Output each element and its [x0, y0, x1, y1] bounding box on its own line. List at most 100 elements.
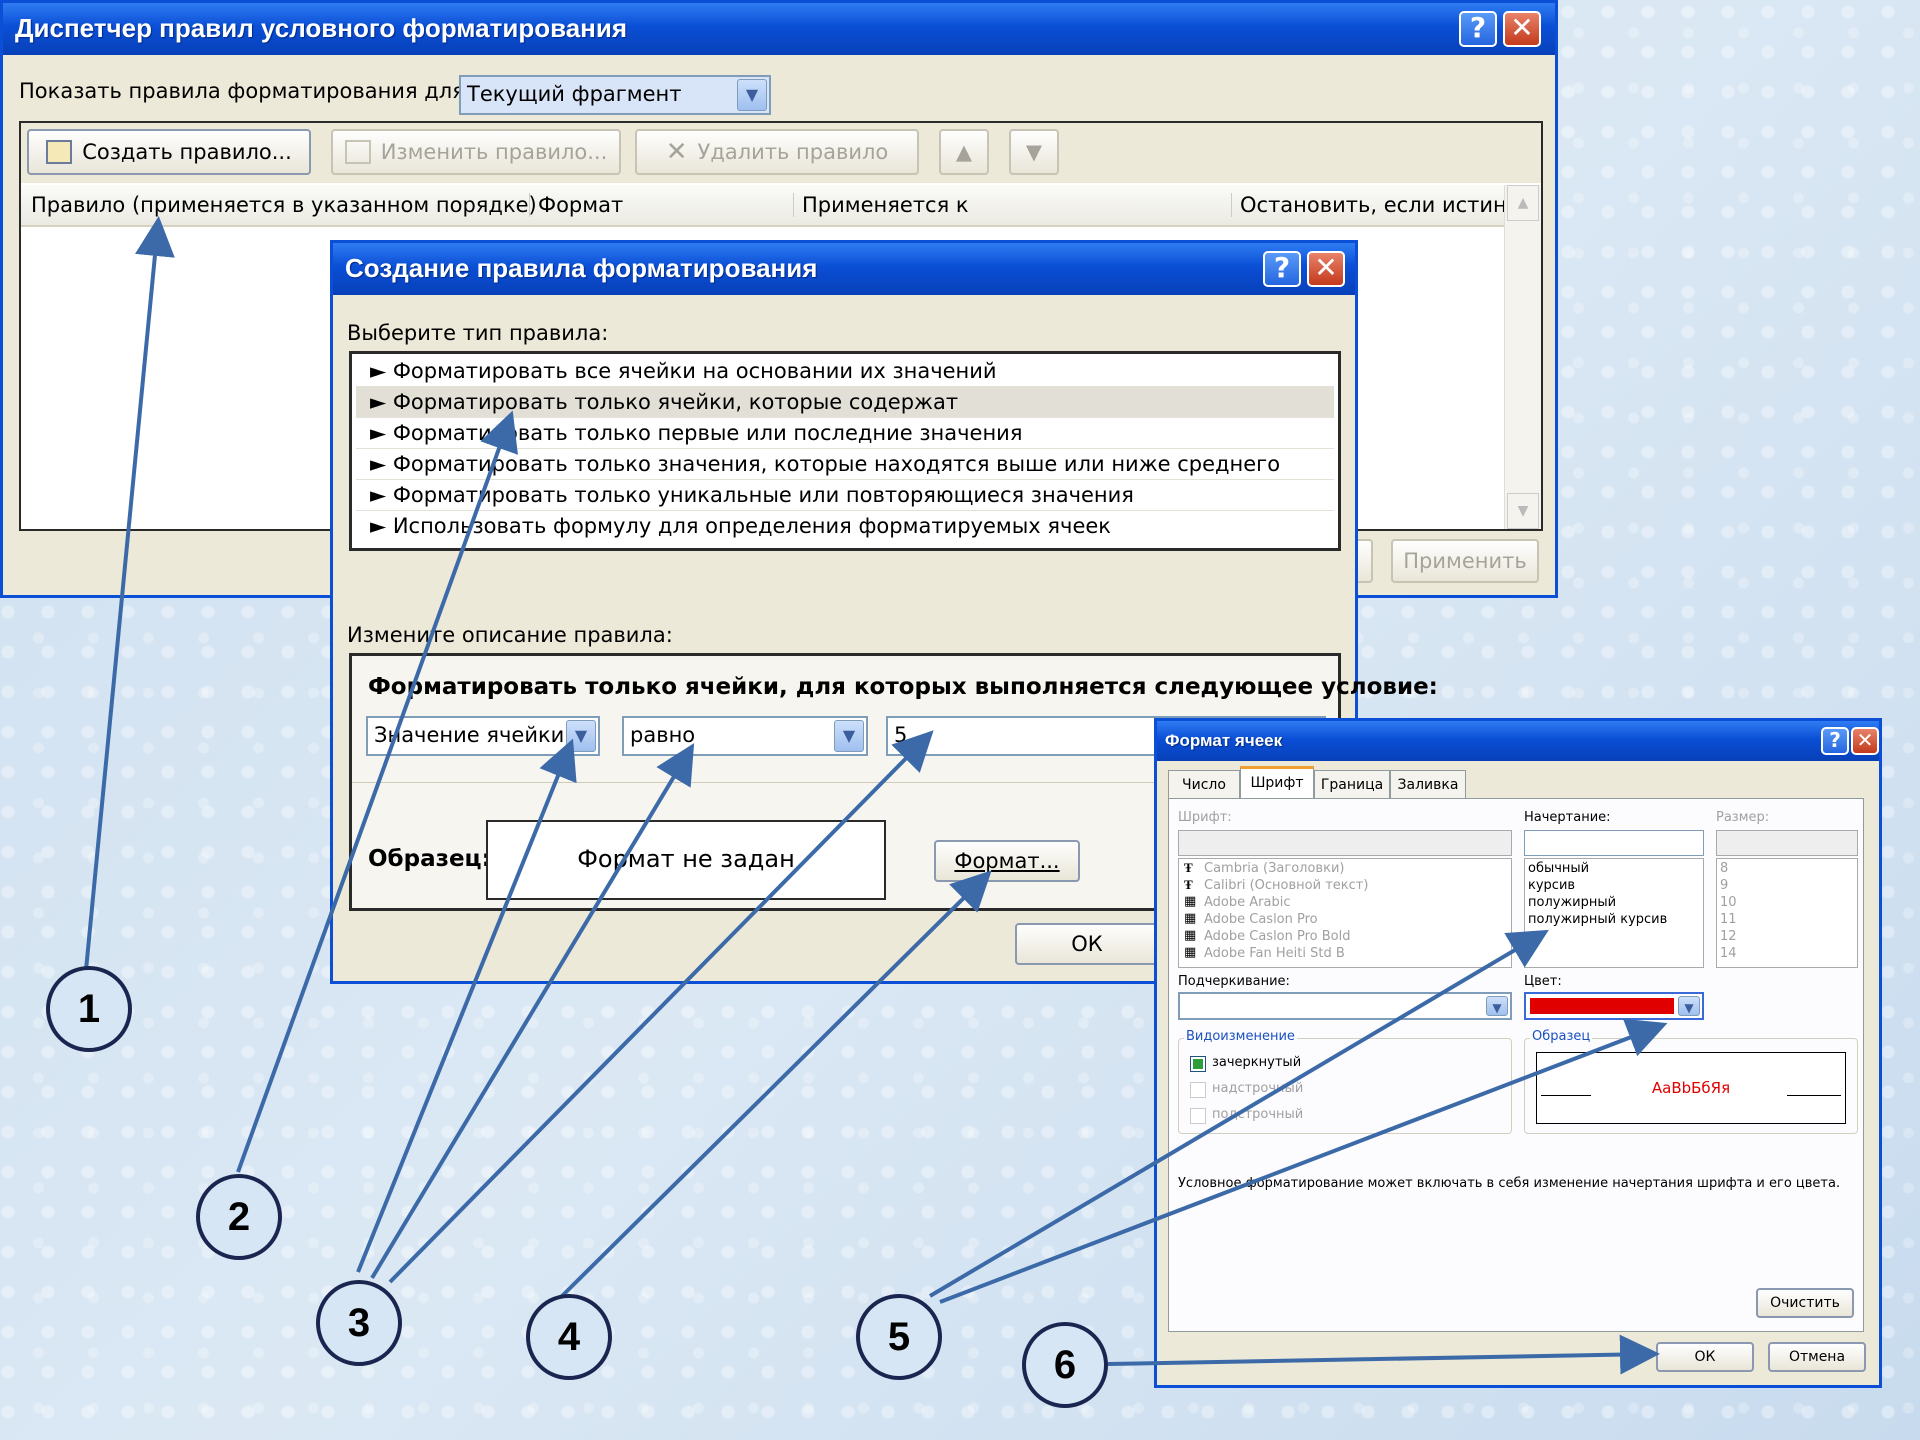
chevron-down-icon[interactable]: ▼	[1678, 996, 1700, 1016]
font-sample-label: Образец	[1530, 1029, 1593, 1044]
checkbox-mark	[1193, 1059, 1203, 1069]
col-stop-if-true[interactable]: Остановить, если истина	[1231, 193, 1520, 217]
rule-type-item[interactable]: ► Форматировать только первые или послед…	[356, 418, 1334, 449]
col-applies-to[interactable]: Применяется к	[793, 193, 969, 217]
close-icon[interactable]: ✕	[1851, 727, 1879, 755]
size-item[interactable]: 11	[1720, 912, 1737, 927]
color-label: Цвет:	[1524, 974, 1562, 989]
help-icon[interactable]: ?	[1459, 11, 1497, 47]
cond-value-text: 5	[894, 723, 908, 747]
format-cancel-button[interactable]: Отмена	[1768, 1342, 1866, 1372]
chevron-down-icon[interactable]: ▼	[834, 720, 864, 752]
create-title: Создание правила форматирования	[345, 253, 818, 283]
rule-type-item[interactable]: ► Форматировать только уникальные или по…	[356, 480, 1334, 511]
size-item[interactable]: 8	[1720, 861, 1728, 876]
rule-type-item[interactable]: ► Форматировать только значения, которые…	[356, 449, 1334, 480]
size-list[interactable]	[1716, 858, 1858, 968]
sample-text: Формат не задан	[577, 845, 795, 873]
superscript-label: надстрочный	[1212, 1081, 1304, 1096]
style-item[interactable]: обычный	[1528, 861, 1589, 876]
show-rules-value: Текущий фрагмент	[467, 82, 682, 106]
sample-label: Образец:	[368, 846, 491, 872]
font-item[interactable]: Calibri (Основной текст)	[1204, 878, 1368, 893]
tab-number[interactable]: Число	[1168, 770, 1240, 798]
style-item[interactable]: полужирный	[1528, 895, 1616, 910]
font-item[interactable]: Cambria (Заголовки)	[1204, 861, 1344, 876]
move-down-button[interactable]: ▼	[1009, 129, 1059, 175]
edit-rule-button[interactable]: Изменить правило...	[331, 129, 621, 175]
superscript-checkbox[interactable]	[1190, 1082, 1206, 1098]
arrow-up-icon: ▲	[955, 140, 973, 164]
col-rule[interactable]: Правило (применяется в указанном порядке…	[31, 193, 537, 217]
size-item[interactable]: 9	[1720, 878, 1728, 893]
chevron-down-icon[interactable]: ▼	[737, 79, 767, 111]
rule-type-item-selected[interactable]: ► Форматировать только ячейки, которые с…	[356, 387, 1334, 418]
create-titlebar: Создание правила форматирования ? ✕	[333, 243, 1355, 295]
strikethrough-checkbox[interactable]	[1190, 1056, 1206, 1072]
delete-rule-button[interactable]: ✕ Удалить правило	[635, 129, 919, 175]
rule-type-item[interactable]: ► Использовать формулу для определения ф…	[356, 511, 1334, 542]
format-titlebar: Формат ячеек ? ✕	[1157, 721, 1879, 761]
chevron-down-icon[interactable]: ▼	[1486, 996, 1508, 1016]
underline-select[interactable]: ▼	[1178, 992, 1512, 1020]
size-input[interactable]	[1716, 830, 1858, 856]
font-item[interactable]: Adobe Caslon Pro Bold	[1204, 929, 1351, 944]
style-input[interactable]	[1524, 830, 1704, 856]
ok-button[interactable]: ОК	[1015, 923, 1159, 965]
subscript-checkbox[interactable]	[1190, 1108, 1206, 1124]
size-label: Размер:	[1716, 810, 1770, 825]
size-item[interactable]: 12	[1720, 929, 1737, 944]
callout-3: 3	[316, 1280, 402, 1366]
edit-description-label: Измените описание правила:	[347, 623, 673, 647]
move-up-button[interactable]: ▲	[939, 129, 989, 175]
chevron-down-icon[interactable]: ▼	[566, 720, 596, 752]
callout-6: 6	[1022, 1322, 1108, 1408]
show-rules-select[interactable]: Текущий фрагмент ▼	[459, 75, 771, 115]
help-icon[interactable]: ?	[1821, 727, 1849, 755]
rule-type-item[interactable]: ► Форматировать все ячейки на основании …	[356, 356, 1334, 387]
underline-label: Подчеркивание:	[1178, 974, 1290, 989]
apply-button[interactable]: Применить	[1391, 539, 1539, 583]
cond-operator-select[interactable]: равно ▼	[622, 716, 868, 756]
truetype-icon: Ŧ	[1184, 860, 1193, 875]
condition-heading: Форматировать только ячейки, для которых…	[368, 674, 1438, 700]
clear-button[interactable]: Очистить	[1756, 1288, 1854, 1318]
help-icon[interactable]: ?	[1263, 251, 1301, 287]
scroll-down-icon[interactable]: ▼	[1507, 493, 1539, 529]
font-input[interactable]	[1178, 830, 1512, 856]
new-rule-icon	[46, 140, 73, 164]
style-item[interactable]: курсив	[1528, 878, 1575, 893]
font-item[interactable]: Adobe Arabic	[1204, 895, 1290, 910]
delete-icon: ✕	[665, 137, 688, 167]
close-icon[interactable]: ✕	[1503, 11, 1541, 47]
tab-font[interactable]: Шрифт	[1240, 766, 1314, 800]
format-ok-button[interactable]: ОК	[1656, 1342, 1754, 1372]
tab-border[interactable]: Граница	[1314, 770, 1390, 798]
manager-title: Диспетчер правил условного форматировани…	[15, 13, 628, 43]
cond-field-value: Значение ячейки	[374, 723, 565, 747]
col-format[interactable]: Формат	[529, 193, 623, 217]
callout-2: 2	[196, 1174, 282, 1260]
style-item[interactable]: полужирный курсив	[1528, 912, 1667, 927]
create-rule-button[interactable]: Создать правило...	[27, 129, 311, 175]
cond-field-select[interactable]: Значение ячейки ▼	[366, 716, 600, 756]
opentype-icon: ▦	[1184, 928, 1197, 943]
opentype-icon: ▦	[1184, 894, 1197, 909]
scroll-up-icon[interactable]: ▲	[1507, 185, 1539, 221]
truetype-icon: Ŧ	[1184, 877, 1193, 892]
format-button[interactable]: Формат...	[934, 840, 1080, 882]
size-item[interactable]: 10	[1720, 895, 1737, 910]
size-item[interactable]: 14	[1720, 946, 1737, 961]
color-select[interactable]: ▼	[1524, 992, 1704, 1020]
close-icon[interactable]: ✕	[1307, 251, 1345, 287]
show-rules-label: Показать правила форматирования для:	[19, 79, 472, 103]
effects-label: Видоизменение	[1184, 1029, 1297, 1044]
font-label: Шрифт:	[1178, 810, 1232, 825]
font-item[interactable]: Adobe Fan Heiti Std B	[1204, 946, 1345, 961]
strikethrough-label: зачеркнутый	[1212, 1055, 1302, 1070]
rules-scrollbar[interactable]: ▲ ▼	[1504, 185, 1541, 529]
tab-fill[interactable]: Заливка	[1390, 770, 1466, 798]
edit-rule-label: Изменить правило...	[380, 140, 608, 164]
opentype-icon: ▦	[1184, 911, 1197, 926]
font-item[interactable]: Adobe Caslon Pro	[1204, 912, 1318, 927]
